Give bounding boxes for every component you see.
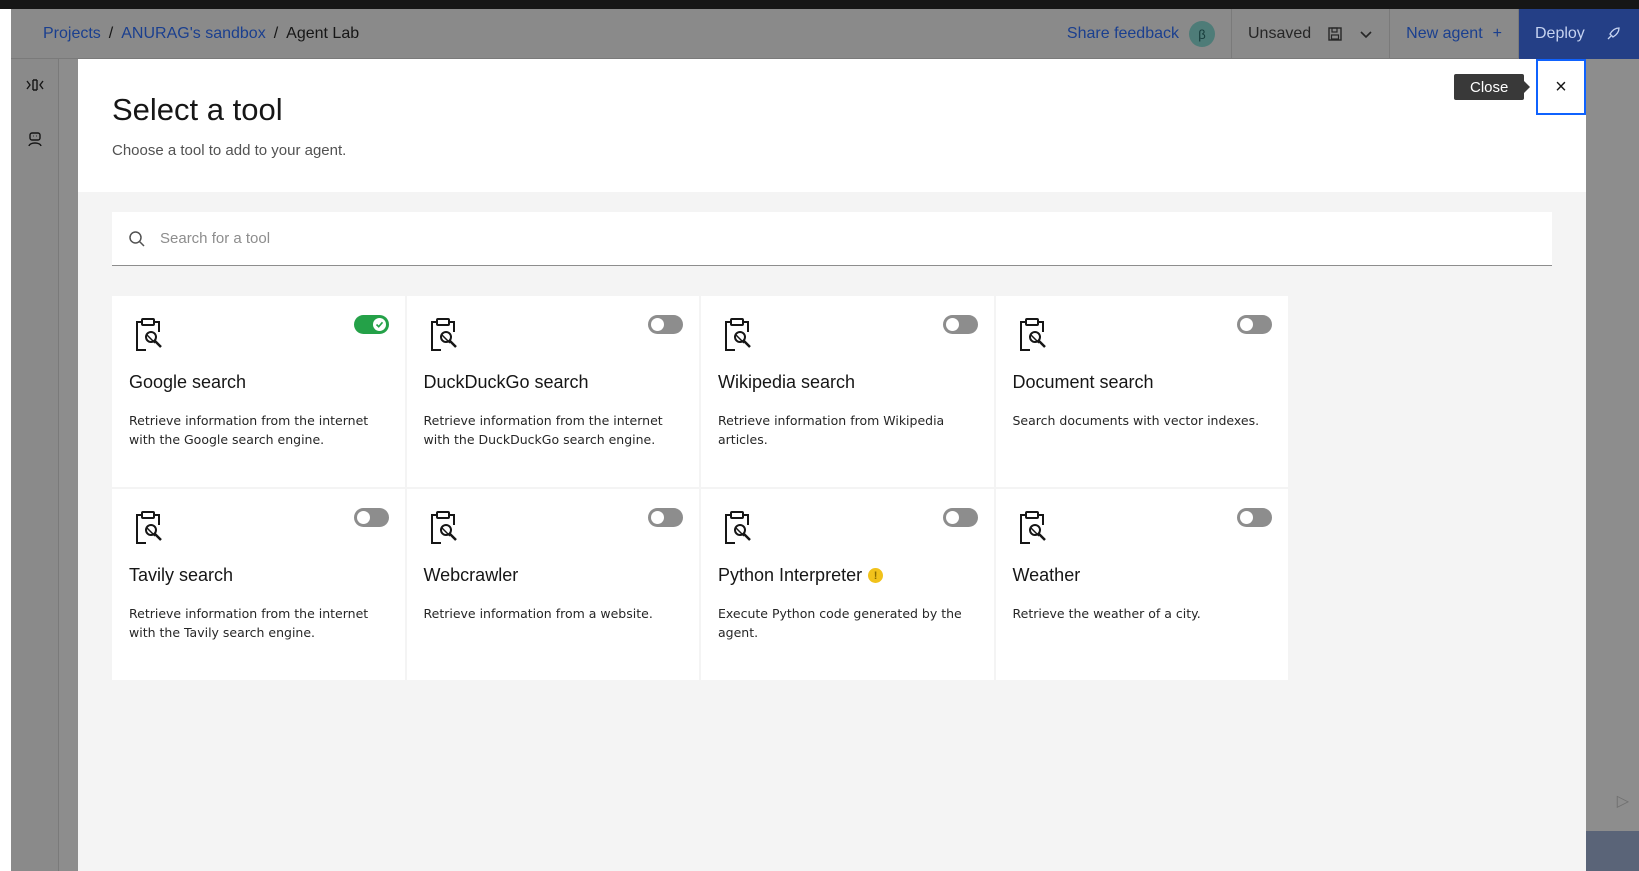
select-tool-modal: Select a tool Choose a tool to add to yo… bbox=[78, 59, 1586, 871]
tool-toggle[interactable] bbox=[648, 508, 683, 527]
tool-name-row: Wikipedia search bbox=[718, 372, 855, 393]
save-status-label: Unsaved bbox=[1248, 25, 1312, 42]
new-agent-label: New agent bbox=[1406, 25, 1483, 42]
screen: Projects / ANURAG's sandbox / Agent Lab … bbox=[0, 0, 1639, 871]
background-panel bbox=[1579, 831, 1639, 871]
tool-name: Python Interpreter bbox=[718, 565, 863, 585]
tool-toggle[interactable] bbox=[942, 508, 978, 527]
toggle-knob bbox=[1240, 318, 1253, 331]
clipboard-search-icon bbox=[430, 511, 457, 544]
toggle-knob bbox=[356, 511, 370, 524]
tool-name: Document search bbox=[1012, 372, 1154, 392]
breadcrumb-separator: / bbox=[108, 25, 114, 42]
tool-name-row: DuckDuckGo search bbox=[424, 372, 589, 393]
tool-card-google-search[interactable]: Google search Retrieve information from … bbox=[112, 296, 405, 487]
tool-description: Search documents with vector indexes. bbox=[1012, 413, 1260, 428]
clipboard-search-icon bbox=[136, 511, 162, 544]
tool-grid: Google search Retrieve information from … bbox=[112, 296, 1288, 680]
top-strip bbox=[0, 0, 1639, 9]
checkmark-icon bbox=[375, 321, 383, 328]
tool-description: Retrieve information from Wikipedia arti… bbox=[718, 413, 945, 447]
tool-search bbox=[112, 212, 1552, 266]
clipboard-search-icon bbox=[136, 318, 162, 351]
search-icon bbox=[129, 230, 145, 247]
tool-name-row: Webcrawler bbox=[424, 565, 519, 586]
tool-card-document-search[interactable]: Document search Search documents with ve… bbox=[995, 296, 1288, 487]
tool-card-tavily-search[interactable]: Tavily search Retrieve information from … bbox=[112, 489, 405, 680]
toggle-knob bbox=[1240, 511, 1253, 524]
tool-name-row: Weather bbox=[1013, 565, 1081, 586]
toggle-knob bbox=[945, 511, 959, 524]
tool-toggle[interactable] bbox=[353, 508, 389, 527]
tool-name-row: Document search bbox=[1013, 372, 1154, 393]
tool-description: Retrieve information from the internet w… bbox=[129, 413, 369, 447]
rocket-icon bbox=[1607, 27, 1620, 40]
clipboard-search-icon bbox=[725, 511, 751, 544]
new-agent-button[interactable]: New agent + bbox=[1390, 9, 1519, 59]
save-status: Unsaved bbox=[1232, 9, 1391, 59]
tool-card-weather[interactable]: Weather Retrieve the weather of a city. bbox=[995, 489, 1288, 680]
tool-description: Retrieve information from a website. bbox=[423, 606, 653, 621]
toggle-knob bbox=[945, 318, 959, 331]
tool-name: Webcrawler bbox=[423, 565, 519, 585]
tool-card-wikipedia-search[interactable]: Wikipedia search Retrieve information fr… bbox=[701, 296, 994, 487]
modal-header: Select a tool Choose a tool to add to yo… bbox=[78, 59, 1586, 192]
share-feedback-link[interactable]: Share feedback β bbox=[1051, 9, 1232, 59]
breadcrumb: Projects / ANURAG's sandbox / Agent Lab bbox=[43, 9, 359, 59]
modal-subtitle: Choose a tool to add to your agent. bbox=[112, 142, 347, 159]
tool-toggle[interactable] bbox=[942, 315, 978, 334]
clipboard-search-icon bbox=[725, 318, 751, 351]
chevron-down-icon[interactable] bbox=[1359, 27, 1373, 41]
toggle-knob bbox=[372, 318, 386, 331]
tool-description: Execute Python code generated by the age… bbox=[718, 606, 962, 640]
agent-icon[interactable] bbox=[25, 129, 45, 149]
close-tooltip: Close bbox=[1454, 74, 1531, 100]
plus-icon: + bbox=[1492, 25, 1502, 42]
tool-name-row: Tavily search bbox=[129, 565, 233, 586]
header-actions: Share feedback β Unsaved New agent + Dep… bbox=[1051, 9, 1639, 59]
tool-description: Retrieve information from the internet w… bbox=[423, 413, 663, 447]
split-view-icon[interactable] bbox=[25, 75, 45, 95]
close-icon: × bbox=[1555, 75, 1567, 98]
tool-toggle[interactable] bbox=[1237, 508, 1272, 527]
send-icon: ▷ bbox=[1616, 793, 1629, 810]
tool-card-duckduckgo-search[interactable]: DuckDuckGo search Retrieve information f… bbox=[406, 296, 699, 487]
beta-badge: β bbox=[1189, 21, 1215, 47]
warning-icon[interactable]: ! bbox=[868, 568, 884, 583]
search-input[interactable] bbox=[160, 230, 1460, 247]
side-rail bbox=[11, 59, 59, 871]
tool-name: Google search bbox=[129, 372, 247, 392]
toggle-knob bbox=[651, 511, 664, 524]
deploy-button[interactable]: Deploy bbox=[1519, 9, 1639, 59]
clipboard-search-icon bbox=[1019, 318, 1046, 351]
toggle-knob bbox=[651, 318, 664, 331]
close-button[interactable]: × bbox=[1536, 59, 1586, 115]
tool-card-python-interpreter[interactable]: Python Interpreter ! Execute Python code… bbox=[701, 489, 994, 680]
tool-name-row: Google search bbox=[129, 372, 246, 393]
deploy-label: Deploy bbox=[1535, 25, 1585, 42]
app-header: Projects / ANURAG's sandbox / Agent Lab … bbox=[11, 9, 1639, 59]
tool-name: Wikipedia search bbox=[718, 372, 856, 392]
tool-name: Weather bbox=[1012, 565, 1081, 585]
tool-description: Retrieve the weather of a city. bbox=[1012, 606, 1201, 621]
breadcrumb-projects[interactable]: Projects bbox=[43, 25, 101, 43]
tool-name: DuckDuckGo search bbox=[423, 372, 589, 392]
breadcrumb-agent-lab: Agent Lab bbox=[286, 25, 360, 42]
tool-toggle[interactable] bbox=[1237, 315, 1272, 334]
save-icon[interactable] bbox=[1327, 26, 1343, 42]
tool-card-webcrawler[interactable]: Webcrawler Retrieve information from a w… bbox=[406, 489, 699, 680]
left-edge bbox=[0, 9, 11, 871]
tool-toggle[interactable] bbox=[353, 315, 389, 334]
clipboard-search-icon bbox=[1019, 511, 1046, 544]
tool-name-row: Python Interpreter ! bbox=[718, 565, 884, 586]
modal-title: Select a tool bbox=[112, 92, 283, 127]
breadcrumb-sandbox[interactable]: ANURAG's sandbox bbox=[121, 25, 265, 43]
share-feedback-label: Share feedback bbox=[1066, 25, 1179, 42]
tool-toggle[interactable] bbox=[648, 315, 683, 334]
tool-name: Tavily search bbox=[129, 565, 234, 585]
tool-description: Retrieve information from the internet w… bbox=[129, 606, 369, 640]
breadcrumb-separator: / bbox=[273, 25, 279, 42]
clipboard-search-icon bbox=[430, 318, 457, 351]
